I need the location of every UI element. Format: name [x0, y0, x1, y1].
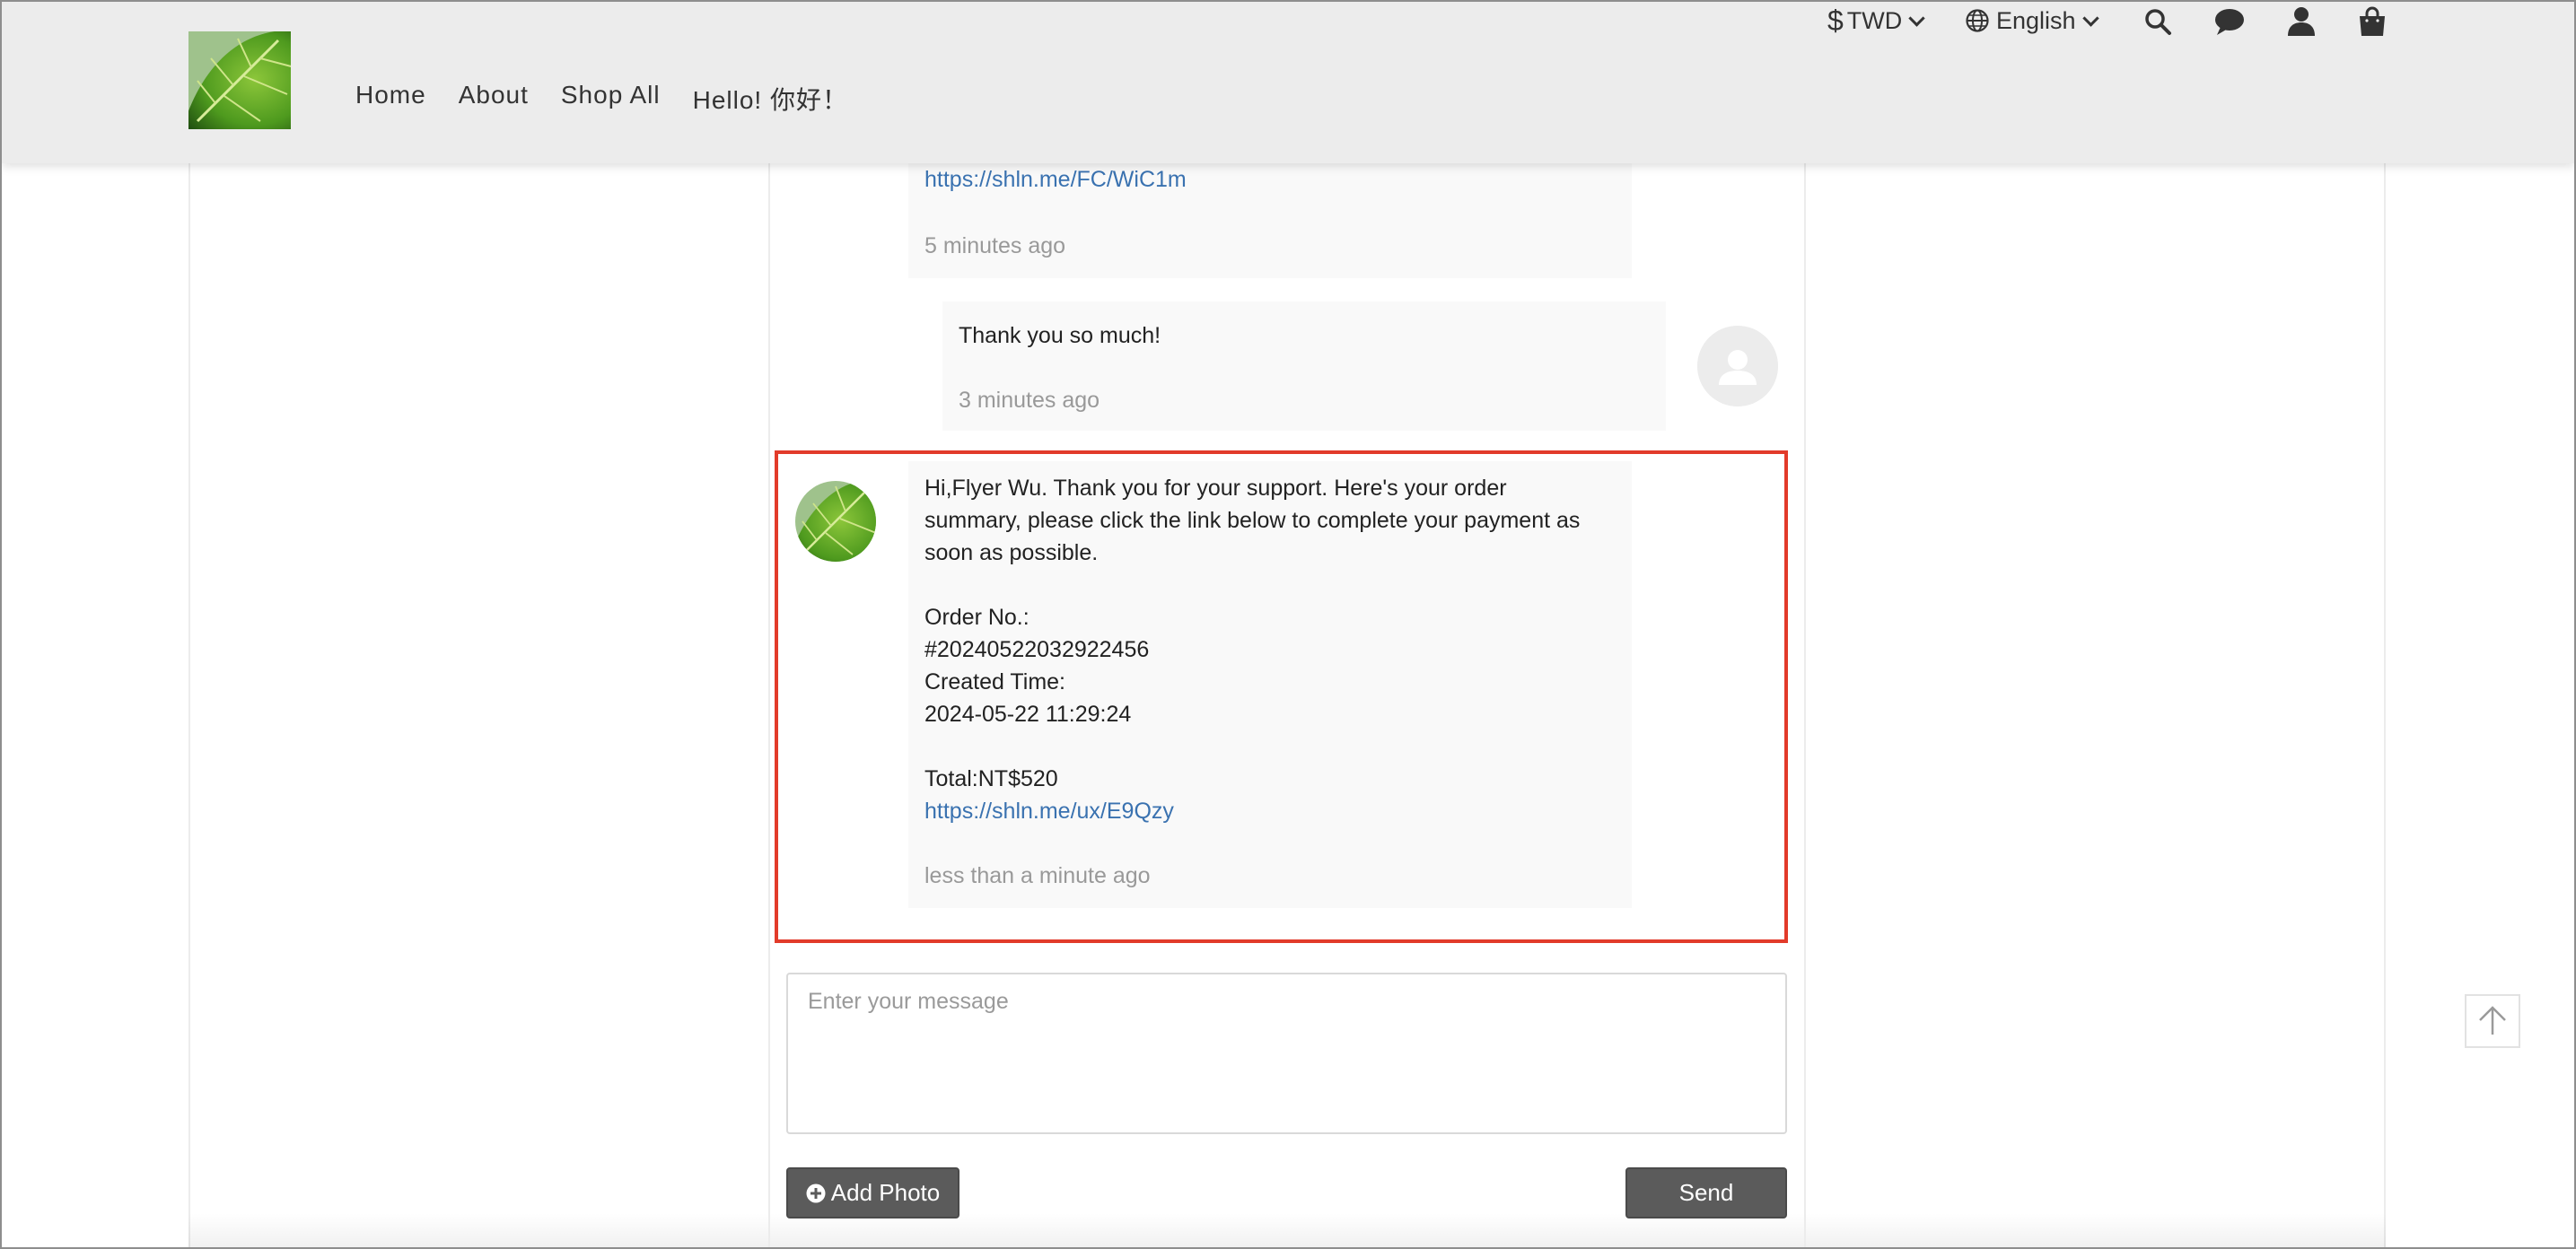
message-timestamp: 5 minutes ago — [924, 233, 1066, 258]
dollar-icon: $ — [1827, 4, 1844, 37]
store-logo[interactable] — [188, 31, 291, 129]
language-selector[interactable]: English — [1966, 2, 2099, 39]
payment-link[interactable]: https://shln.me/FC/WiC1m — [924, 167, 1187, 192]
arrow-up-icon — [2479, 1006, 2506, 1035]
message-timestamp: less than a minute ago — [924, 863, 1151, 888]
page-left-edge — [188, 0, 190, 1249]
globe-icon — [1966, 9, 1989, 32]
customer-avatar — [1697, 326, 1778, 406]
order-number-label: Order No.: — [924, 605, 1030, 630]
nav-hello[interactable]: Hello! 你好！ — [693, 81, 848, 117]
currency-label: TWD — [1846, 6, 1903, 34]
payment-link[interactable]: https://shln.me/ux/E9Qzy — [924, 799, 1174, 824]
order-number: #20240522032922456 — [924, 637, 1150, 662]
nav-about[interactable]: About — [459, 81, 529, 117]
store-avatar — [795, 481, 876, 562]
send-label: Send — [1678, 1179, 1734, 1206]
message-bubble-customer: Thank you so much! 3 minutes ago — [942, 301, 1666, 431]
message-line: Hi,Flyer Wu. Thank you for your support.… — [924, 476, 1507, 501]
created-time: 2024-05-22 11:29:24 — [924, 702, 1132, 727]
nav-home[interactable]: Home — [355, 81, 426, 117]
message-timestamp: 3 minutes ago — [959, 388, 1100, 413]
shopping-bag-icon[interactable] — [2355, 5, 2389, 38]
message-line: summary, please click the link below to … — [924, 508, 1581, 533]
created-time-label: Created Time: — [924, 669, 1066, 694]
nav-shop-all[interactable]: Shop All — [561, 81, 661, 117]
language-label: English — [1996, 6, 2076, 34]
currency-selector[interactable]: $ TWD — [1827, 2, 1925, 39]
message-text: Thank you so much! — [959, 323, 1161, 348]
chevron-down-icon — [1908, 9, 1925, 27]
plus-circle-icon — [806, 1183, 826, 1203]
chevron-down-icon — [2081, 9, 2099, 27]
scroll-to-top-button[interactable] — [2465, 994, 2520, 1048]
message-bubble-order-summary: Hi,Flyer Wu. Thank you for your support.… — [908, 461, 1632, 908]
message-line: soon as possible. — [924, 540, 1099, 565]
main-nav: Home About Shop All Hello! 你好！ — [355, 81, 848, 117]
message-input[interactable] — [786, 973, 1787, 1134]
site-header: Home About Shop All Hello! 你好！ $ TWD Eng… — [2, 2, 2574, 163]
search-icon[interactable] — [2141, 5, 2175, 38]
add-photo-button[interactable]: Add Photo — [786, 1167, 959, 1218]
chat-icon[interactable] — [2212, 5, 2247, 38]
user-icon[interactable] — [2284, 5, 2318, 38]
order-total: Total:NT$520 — [924, 766, 1058, 791]
send-button[interactable]: Send — [1625, 1167, 1787, 1218]
add-photo-label: Add Photo — [830, 1179, 941, 1206]
page-right-edge — [2384, 0, 2386, 1249]
